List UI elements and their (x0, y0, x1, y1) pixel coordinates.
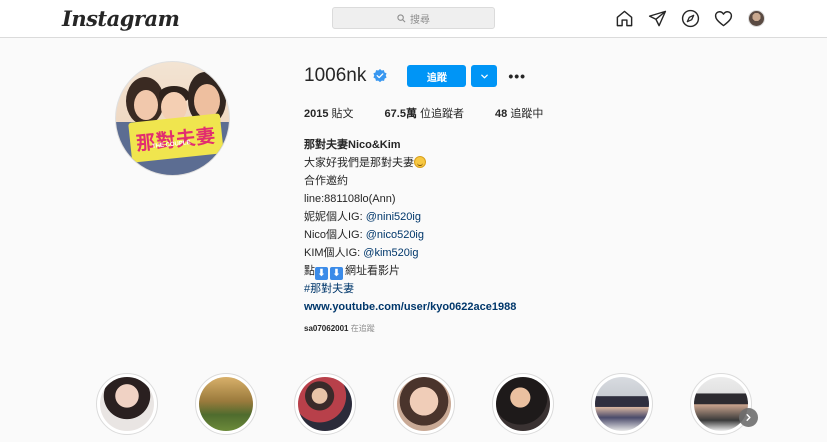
story-highlight[interactable] (591, 373, 653, 435)
send-icon[interactable] (647, 8, 667, 28)
heart-icon[interactable] (713, 8, 733, 28)
story-highlight[interactable] (96, 373, 158, 435)
bio-line: 妮妮個人IG: @nini520ig (304, 208, 516, 226)
profile-display-name: 那對夫妻Nico&Kim (304, 139, 401, 151)
followers-stat[interactable]: 67.5萬 位追蹤者 (385, 105, 464, 121)
top-navigation-bar: Instagram 搜尋 (0, 0, 827, 38)
website-link[interactable]: www.youtube.com/user/kyo0622ace1988 (304, 298, 516, 316)
bio-text: 網址看影片 (345, 265, 400, 277)
followed-by-suffix: 在追蹤 (348, 324, 375, 333)
bio-text: 點 (304, 265, 315, 277)
bio-text: KIM個人IG: (304, 247, 364, 259)
profile-stats: 2015 貼文 67.5萬 位追蹤者 48 追蹤中 (304, 105, 574, 121)
story-highlight[interactable] (492, 373, 554, 435)
bio-text: 大家好我們是那對夫妻 (304, 157, 414, 169)
followed-by-text[interactable]: sa07062001 在追蹤 (304, 323, 375, 334)
avatar[interactable] (747, 9, 765, 27)
bio-line: Nico個人IG: @nico520ig (304, 226, 516, 244)
followers-label: 位追蹤者 (420, 108, 465, 120)
follow-button[interactable]: 追蹤 (407, 65, 467, 87)
profile-picture[interactable]: 那對夫妻 THE COUPLE (115, 61, 230, 176)
hashtag-link[interactable]: #那對夫妻 (304, 280, 516, 298)
explore-icon[interactable] (680, 8, 700, 28)
more-options-icon[interactable]: ••• (508, 69, 526, 83)
mention-link-nini[interactable]: @nini520ig (366, 211, 421, 223)
down-arrow-emoji-icon: ⬇ (330, 267, 343, 280)
bio-line: 點 ⬇ ⬇ 網址看影片 (304, 262, 516, 280)
instagram-logo[interactable]: Instagram (62, 6, 180, 31)
down-arrow-emoji-icon: ⬇ (315, 267, 328, 280)
bio-line: 合作邀約 (304, 175, 348, 187)
following-stat[interactable]: 48 追蹤中 (495, 105, 543, 121)
chevron-down-icon (481, 74, 488, 78)
story-highlight[interactable] (393, 373, 455, 435)
search-icon (397, 13, 406, 22)
verified-badge-icon (373, 69, 387, 83)
posts-stat: 2015 貼文 (304, 105, 354, 121)
bio-line: 大家好我們是那對夫妻 (304, 154, 516, 172)
suggested-accounts-button[interactable] (471, 65, 498, 87)
followed-by-user[interactable]: sa07062001 (304, 324, 349, 333)
chevron-right-icon (746, 414, 751, 421)
story-highlight[interactable] (195, 373, 257, 435)
search-placeholder: 搜尋 (410, 14, 430, 26)
posts-label: 貼文 (331, 108, 354, 120)
bio-text: 妮妮個人IG: (304, 211, 366, 223)
followers-count: 67.5萬 (384, 108, 417, 120)
mention-link-nico[interactable]: @nico520ig (366, 229, 424, 241)
profile-bio: 那對夫妻Nico&Kim 大家好我們是那對夫妻 合作邀約 line:881108… (304, 136, 516, 316)
bio-text: Nico個人IG: (304, 229, 366, 241)
mention-link-kim[interactable]: @kim520ig (363, 247, 418, 259)
story-highlight[interactable] (294, 373, 356, 435)
home-icon[interactable] (614, 8, 634, 28)
posts-count: 2015 (304, 108, 329, 120)
smile-emoji-icon (414, 156, 426, 168)
highlights-next-button[interactable] (739, 408, 758, 427)
following-count: 48 (495, 108, 508, 120)
profile-username: 1006nk (304, 65, 367, 86)
search-input[interactable]: 搜尋 (332, 7, 495, 29)
bio-line: KIM個人IG: @kim520ig (304, 244, 516, 262)
bio-line: line:881108lo(Ann) (304, 193, 396, 205)
following-label: 追蹤中 (510, 108, 544, 120)
